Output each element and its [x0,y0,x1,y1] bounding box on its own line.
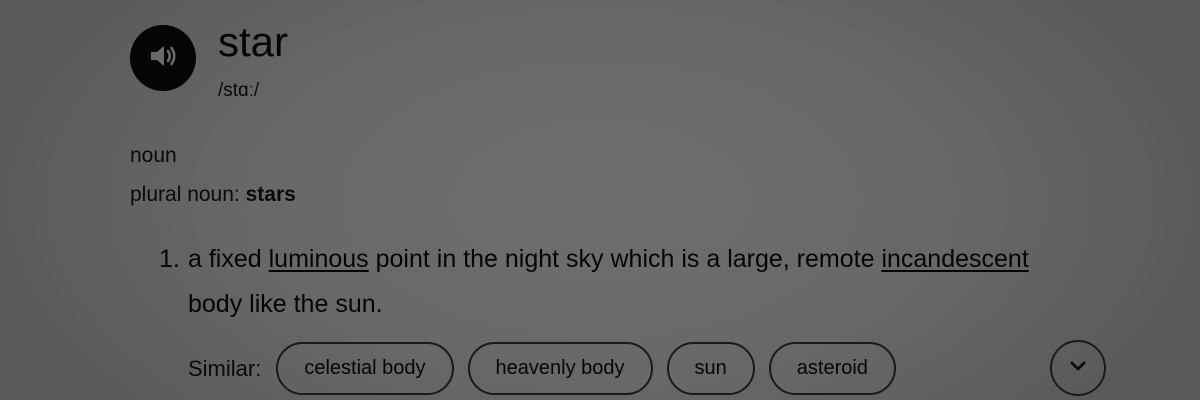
part-of-speech: noun [130,144,177,167]
headword: star [218,18,289,65]
speaker-icon [146,39,180,78]
phonetic-transcription: /stɑː/ [218,80,260,101]
definition-segment: body like the sun. [188,290,383,318]
definition-text: a fixed luminous point in the night sky … [188,237,1048,327]
definition-link-luminous[interactable]: luminous [269,245,369,273]
definition-segment: point in the night sky which is a large,… [368,245,882,273]
similar-label: Similar: [188,355,262,381]
similar-chip-celestial-body[interactable]: celestial body [276,342,454,395]
similar-chip-heavenly-body[interactable]: heavenly body [467,342,653,395]
similar-words-row: Similar: celestial body heavenly body su… [188,340,910,397]
plural-form-line: plural noun: stars [130,182,296,208]
plural-label: plural noun: [130,183,246,206]
sense-number: 1. [159,245,180,273]
expand-similar-button[interactable] [1050,340,1106,396]
definition-segment: a fixed [188,245,269,273]
chevron-down-icon [1067,355,1089,382]
pronunciation-audio-button[interactable] [130,25,196,91]
similar-chip-sun[interactable]: sun [666,342,755,395]
similar-chip-asteroid[interactable]: asteroid [768,342,896,395]
plural-form: stars [245,183,296,206]
definition-link-incandescent[interactable]: incandescent [881,245,1028,273]
